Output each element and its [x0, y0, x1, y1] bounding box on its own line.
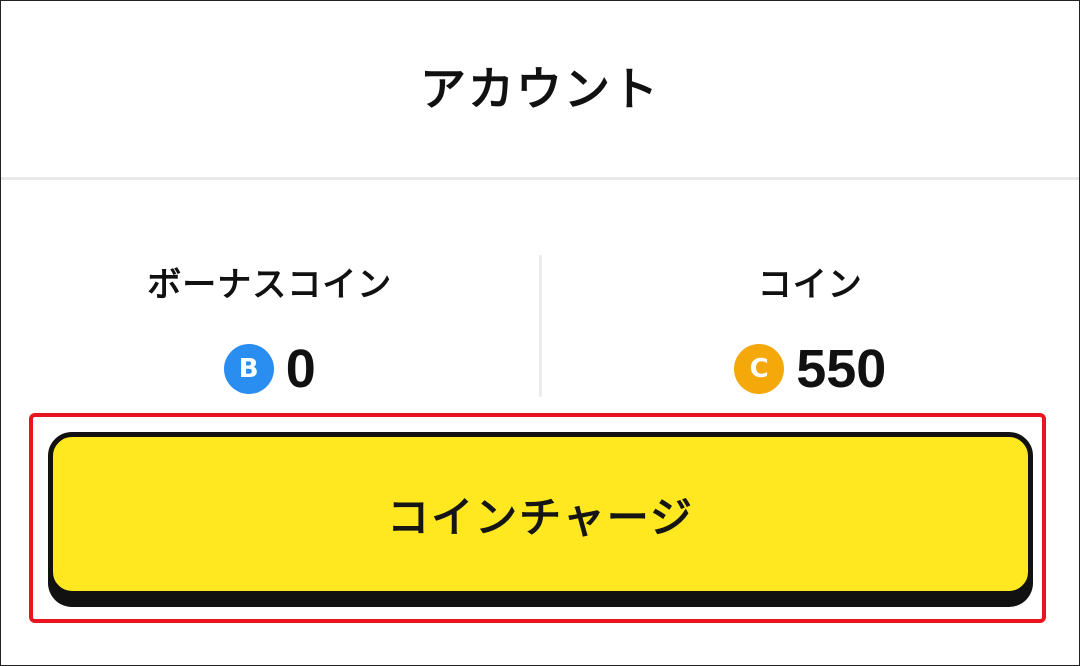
coin-charge-button[interactable]: コインチャージ	[48, 432, 1033, 596]
bonus-coin-balance: ボーナスコイン B 0	[1, 255, 539, 397]
bonus-coin-value-row: B 0	[223, 339, 316, 399]
coin-balance: コイン C 550	[542, 255, 1080, 397]
page-title: アカウント	[420, 62, 660, 116]
bonus-coin-icon: B	[223, 344, 274, 394]
header: アカウント	[1, 1, 1079, 180]
coin-value: 550	[796, 339, 887, 399]
bonus-coin-label: ボーナスコイン	[147, 265, 393, 305]
coin-charge-label: コインチャージ	[387, 492, 694, 542]
balance-section: ボーナスコイン B 0 コイン C 550	[1, 255, 1079, 397]
coin-icon: C	[734, 344, 785, 394]
bonus-coin-value: 0	[285, 339, 316, 399]
coin-value-row: C 550	[734, 341, 886, 397]
coin-label: コイン	[757, 265, 863, 305]
